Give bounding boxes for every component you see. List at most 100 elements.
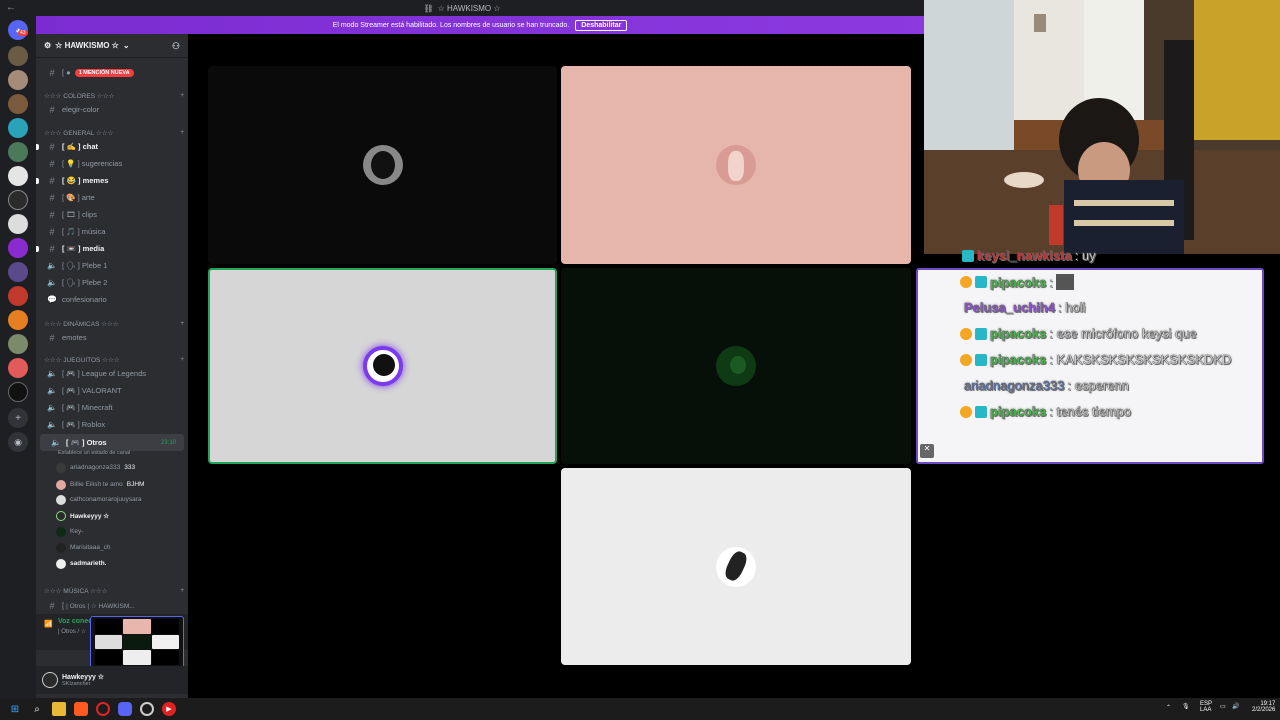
voice-user[interactable]: cathconamorarojuuysara: [56, 492, 186, 507]
voice-channel-valorant[interactable]: 🔈[ 🎮 ] VALORANT: [36, 382, 188, 399]
chevron-up-icon[interactable]: ⌃: [1166, 704, 1171, 711]
hash-icon: #: [49, 226, 55, 237]
server-avatar[interactable]: [8, 382, 28, 402]
signal-icon: 📶: [44, 621, 53, 628]
plus-icon[interactable]: +: [180, 320, 184, 328]
voice-user[interactable]: Hawkeyyy ☆: [56, 508, 186, 523]
server-avatar[interactable]: [8, 214, 28, 234]
network-icon[interactable]: ▭: [1220, 703, 1226, 710]
self-username[interactable]: Hawkeyyy ☆: [62, 673, 104, 681]
plus-icon[interactable]: +: [180, 129, 184, 137]
discover-icon[interactable]: ◉: [8, 432, 28, 452]
channel-media[interactable]: #[ 📼 ] media: [36, 240, 188, 257]
mic-icon[interactable]: 🎙: [1182, 703, 1190, 710]
plus-icon[interactable]: +: [180, 356, 184, 364]
channel-memes[interactable]: #[ 😂 ] memes: [36, 172, 188, 189]
avatar: [56, 462, 66, 473]
plus-icon[interactable]: +: [180, 587, 184, 595]
file-explorer-icon[interactable]: [52, 702, 66, 716]
server-avatar[interactable]: [8, 238, 28, 258]
guild-icon: ⚙: [44, 41, 52, 50]
channel-confesionario[interactable]: 💬 confesionario: [36, 291, 188, 308]
category-general[interactable]: ☆☆☆ GENERAL ☆☆☆ +: [44, 129, 184, 137]
voice-user[interactable]: Billie Eilish te amo BJHM: [56, 477, 186, 492]
channel-mentioned[interactable]: # [ ● 1 MENCIÓN NUEVA: [36, 64, 188, 81]
voice-connected-channel[interactable]: | Otros / ☆: [58, 628, 86, 635]
category-jueguitos[interactable]: ☆☆☆ JUEGUITOS ☆☆☆ +: [44, 356, 184, 364]
add-member-icon[interactable]: ⚇: [172, 41, 180, 52]
voice-channel-roblox[interactable]: 🔈[ 🎮 ] Roblox: [36, 416, 188, 433]
obs-icon[interactable]: [140, 702, 154, 716]
language-indicator[interactable]: ESP LAA: [1200, 701, 1212, 713]
server-avatar[interactable]: [8, 46, 28, 66]
voice-channel-otros[interactable]: 🔈[ 🎮 ] Otros 23:10: [40, 434, 184, 451]
category-dinamicas[interactable]: ☆☆☆ DINÁMICAS ☆☆☆ +: [44, 320, 184, 328]
server-avatar[interactable]: [8, 334, 28, 354]
badge-icon: [975, 353, 987, 366]
channel-status[interactable]: Establece un estado de canal: [58, 450, 130, 456]
channel-clips[interactable]: #[ 🎞 ] clips: [36, 206, 188, 223]
server-avatar[interactable]: [8, 190, 28, 210]
chat-message: pipacoks: KAKSKSKSKSKSKSKSKDKD: [960, 352, 1232, 367]
avatar: [362, 346, 403, 386]
participant-tile[interactable]: [561, 66, 911, 264]
voice-user[interactable]: sadmarieth.: [56, 556, 186, 571]
windows-start-icon[interactable]: ⊞: [8, 702, 22, 716]
channel-arte[interactable]: #[ 🎨 ] arte: [36, 189, 188, 206]
avatar: [362, 145, 403, 185]
participant-tile[interactable]: [561, 468, 911, 665]
server-rail: ◕ 43 + ◉: [0, 16, 36, 698]
voice-channel-minecraft[interactable]: 🔈[ 🎮 ] Minecraft: [36, 399, 188, 416]
back-arrow-icon[interactable]: ←: [6, 2, 16, 13]
media-player-icon[interactable]: ▶: [162, 702, 176, 716]
voice-channel-music[interactable]: #[ | Otros | ☆ HAWKISM...: [36, 597, 188, 614]
server-avatar[interactable]: [8, 118, 28, 138]
channel-emotes[interactable]: # emotes: [36, 329, 188, 346]
badge-icon: [960, 353, 972, 366]
server-avatar[interactable]: [8, 94, 28, 114]
clock[interactable]: 19:17 2/2/2026: [1252, 701, 1275, 713]
category-colores[interactable]: ☆☆☆ COLORES ☆☆☆ +: [44, 92, 184, 100]
participant-tile[interactable]: [561, 268, 911, 464]
avatar: [56, 542, 66, 553]
add-server-icon[interactable]: +: [8, 408, 28, 428]
mention-badge[interactable]: 1 MENCIÓN NUEVA: [74, 68, 134, 77]
voice-user[interactable]: ariadnagonza333 333: [56, 460, 186, 475]
server-avatar[interactable]: [8, 310, 28, 330]
opera-icon[interactable]: [96, 702, 110, 716]
participant-tile-speaking[interactable]: [208, 268, 557, 464]
voice-user[interactable]: Marisitaaa_ch: [56, 540, 186, 555]
user-panel: Hawkeyyy ☆ SKIzancher: [36, 666, 188, 694]
badge-icon: [962, 249, 974, 262]
server-avatar[interactable]: [8, 262, 28, 282]
server-avatar[interactable]: [8, 286, 28, 306]
disable-streamer-button[interactable]: Deshabilitar: [575, 19, 628, 31]
voice-user[interactable]: Key-: [56, 524, 186, 539]
avatar: [56, 526, 66, 537]
voice-channel-plebe2[interactable]: 🔈[ 🗣 ] Plebe 2: [36, 274, 188, 291]
voice-channel-plebe1[interactable]: 🔈[ 🗣 ] Plebe 1: [36, 257, 188, 274]
discord-icon[interactable]: [118, 702, 132, 716]
server-avatar[interactable]: [8, 358, 28, 378]
channel-chat[interactable]: #[ ✍ ] chat: [36, 138, 188, 155]
category-musica[interactable]: ☆☆☆ MÚSICA ☆☆☆ +: [44, 587, 184, 595]
guild-header[interactable]: ⚙ ☆ HAWKISMO ☆ ⌄ ⚇: [36, 34, 188, 58]
channel-elegir-color[interactable]: # elegir-color: [36, 101, 188, 118]
avatar[interactable]: [42, 672, 58, 688]
chat-message: pipacoks: ese micrófono keysi que: [960, 326, 1197, 341]
channel-musica[interactable]: #[ 🎵 ] música: [36, 223, 188, 240]
brave-browser-icon[interactable]: [74, 702, 88, 716]
avatar: [716, 546, 756, 587]
plus-icon[interactable]: +: [180, 92, 184, 100]
participant-tile[interactable]: [208, 66, 557, 264]
search-icon[interactable]: ⌕: [30, 702, 44, 716]
server-avatar[interactable]: [8, 70, 28, 90]
volume-icon[interactable]: 🔊: [1232, 703, 1239, 710]
server-avatar[interactable]: [8, 166, 28, 186]
server-avatar[interactable]: [8, 142, 28, 162]
voice-channel-lol[interactable]: 🔈[ 🎮 ] League of Legends: [36, 365, 188, 382]
channel-sugerencias[interactable]: #[ 💡 ] sugerencias: [36, 155, 188, 172]
chat-message: ariadnagonza333: esperenn: [964, 378, 1129, 394]
badge-icon: [960, 405, 972, 418]
badge-icon: [960, 327, 972, 340]
